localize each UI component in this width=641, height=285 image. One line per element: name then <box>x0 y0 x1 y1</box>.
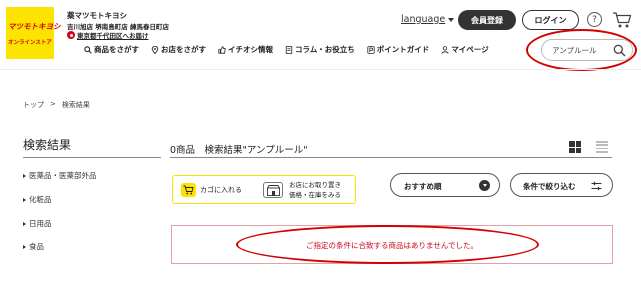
nav-item-mypage[interactable]: マイページ <box>441 44 489 55</box>
filter-label: 条件で絞り込む <box>523 182 576 191</box>
login-button[interactable]: ログイン <box>522 10 579 30</box>
annotation-circle <box>236 225 539 264</box>
caret-down-icon <box>448 17 455 22</box>
logo[interactable]: マツモトキヨシ オンラインストア <box>6 7 61 59</box>
sidebar-item-daily-goods[interactable]: 日用品 <box>23 218 52 229</box>
thumbs-up-icon <box>218 45 226 54</box>
sidebar-item-label: 日用品 <box>29 219 52 228</box>
legend-store-line1: お店にお取り置き <box>289 181 341 189</box>
legend-cart-label: カゴに入れる <box>200 186 242 194</box>
breadcrumb-separator: > <box>50 100 56 108</box>
sidebar-item-cosmetics[interactable]: 化粧品 <box>23 194 52 205</box>
sidebar-title: 検索結果 <box>23 138 72 152</box>
nav-label: 商品をさがす <box>94 45 139 54</box>
document-icon <box>285 45 293 54</box>
nav-item-stores[interactable]: お店をさがす <box>151 44 206 55</box>
list-view-icon[interactable] <box>596 141 608 153</box>
nav-label: コラム・お役立ち <box>295 45 355 54</box>
breadcrumb-current: 検索結果 <box>61 101 90 109</box>
logo-text: マツモトキヨシ <box>8 22 61 31</box>
breadcrumb-home[interactable]: トップ <box>23 100 44 110</box>
grid-view-icon[interactable] <box>569 141 581 153</box>
sort-label: おすすめ順 <box>404 182 442 191</box>
nav-item-column[interactable]: コラム・お役立ち <box>285 44 355 55</box>
register-button[interactable]: 会員登録 <box>458 10 516 30</box>
nav-label: イチオシ情報 <box>228 45 273 54</box>
nav-item-points[interactable]: ポイントガイド <box>367 44 430 55</box>
triangle-right-icon <box>23 244 26 249</box>
search-icon <box>84 45 92 54</box>
sidebar-divider <box>23 157 161 158</box>
delivery-text: 東京都千代田区へお届け <box>77 32 149 40</box>
search-result-title: 0商品 検索結果"アンプルール" <box>170 145 308 156</box>
nav-label: マイページ <box>451 45 489 54</box>
nav-label: お店をさがす <box>161 45 206 54</box>
language-label: language <box>401 14 446 25</box>
filter-sliders-icon <box>591 181 602 191</box>
cart-icon[interactable] <box>612 11 632 29</box>
sidebar-item-label: 医薬品・医薬部外品 <box>29 171 97 180</box>
help-icon[interactable]: ? <box>587 12 602 27</box>
sidebar-item-medicine[interactable]: 医薬品・医薬部外品 <box>23 170 97 181</box>
user-icon <box>441 45 449 54</box>
language-selector[interactable]: language <box>401 14 455 25</box>
legend-store-line2: 価格・在庫をみる <box>289 191 341 199</box>
main-nav: 商品をさがす お店をさがす イチオシ情報 コラム・お役立ち ポイントガイド マイ… <box>84 44 489 55</box>
location-pin-icon <box>67 31 75 39</box>
store-name: 薬マツモトキヨシ <box>67 11 127 20</box>
cart-icon <box>181 183 196 197</box>
triangle-right-icon <box>23 173 26 178</box>
breadcrumb: トップ > 検索結果 <box>23 100 90 110</box>
filter-button[interactable]: 条件で絞り込む <box>510 173 613 197</box>
store-icon <box>263 182 283 198</box>
sidebar-item-label: 化粧品 <box>29 195 52 204</box>
icon-legend: カゴに入れる お店にお取り置き 価格・在庫をみる <box>172 175 356 204</box>
chevron-down-icon <box>479 180 490 191</box>
annotation-circle <box>526 29 637 71</box>
nav-label: ポイントガイド <box>376 45 430 54</box>
sidebar-item-label: 食品 <box>29 242 44 251</box>
nav-item-products[interactable]: 商品をさがす <box>84 44 139 55</box>
main-divider <box>170 157 612 158</box>
nav-item-recommend[interactable]: イチオシ情報 <box>218 44 273 55</box>
triangle-right-icon <box>23 221 26 226</box>
map-pin-icon <box>151 45 159 54</box>
legend-store-label: お店にお取り置き 価格・在庫をみる <box>289 180 341 200</box>
logo-subtext: オンラインストア <box>8 40 52 46</box>
sidebar-item-food[interactable]: 食品 <box>23 241 44 252</box>
point-icon <box>367 45 375 54</box>
sort-dropdown[interactable]: おすすめ順 <box>390 173 500 197</box>
header-divider <box>0 69 641 70</box>
triangle-right-icon <box>23 197 26 202</box>
delivery-location[interactable]: 東京都千代田区へお届け <box>67 30 149 40</box>
